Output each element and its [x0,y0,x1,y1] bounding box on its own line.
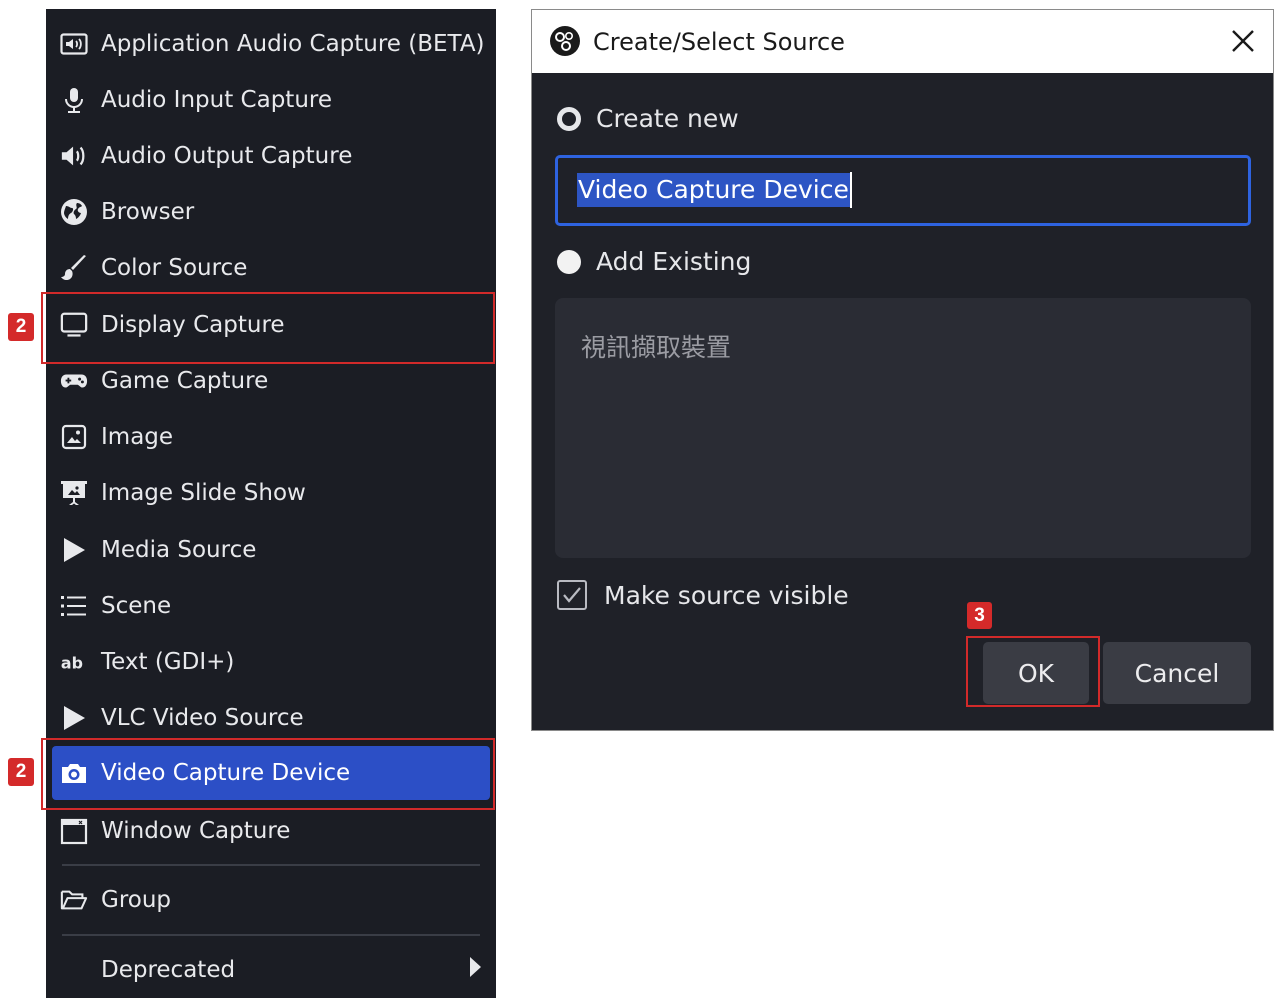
add-existing-label: Add Existing [596,247,752,276]
add-existing-option[interactable]: Add Existing [557,247,751,276]
menu-item-label: Window Capture [101,818,291,844]
menu-item-group[interactable]: Group [46,875,496,925]
create-new-label: Create new [596,104,739,133]
menu-item-label: Image Slide Show [101,480,306,506]
menu-item-deprecated[interactable]: Deprecated [46,945,496,995]
slideshow-icon [60,479,88,507]
play-icon [60,704,88,732]
list-icon [60,592,88,620]
menu-item-label: Image [101,424,174,450]
create-select-source-dialog: Create/Select Source Create new Video Ca… [531,9,1274,731]
text-icon: ab [60,648,88,676]
menu-item-color-source[interactable]: Color Source [46,243,496,293]
window-icon [60,817,88,845]
create-new-option[interactable]: Create new [557,104,739,133]
source-name-input[interactable]: Video Capture Device [555,155,1251,226]
menu-item-label: Scene [101,593,172,619]
menu-item-audio-input-capture[interactable]: Audio Input Capture [46,75,496,125]
svg-text:ab: ab [61,654,83,673]
step-badge: 2 [8,758,34,786]
app-audio-capture-icon [60,30,88,58]
make-visible-label: Make source visible [604,580,849,610]
create-new-radio[interactable] [557,106,581,131]
step-badge: 2 [8,313,34,341]
submenu-arrow-icon [468,956,482,984]
folder-icon [60,886,88,914]
dialog-titlebar: Create/Select Source [532,10,1273,73]
menu-item-label: Audio Input Capture [101,87,332,113]
cancel-button[interactable]: Cancel [1103,642,1251,704]
paintbrush-icon [60,254,88,282]
menu-item-label: Color Source [101,255,248,281]
menu-item-browser[interactable]: Browser [46,187,496,237]
menu-item-window-capture[interactable]: Window Capture [46,806,496,856]
microphone-icon [60,86,88,114]
menu-item-label: Deprecated [101,957,236,983]
menu-item-label: VLC Video Source [101,705,304,731]
close-icon[interactable] [1228,26,1258,62]
menu-item-audio-output-capture[interactable]: Audio Output Capture [46,131,496,181]
obs-logo-icon [549,25,581,63]
step-badge: 3 [967,602,992,629]
menu-item-label: Application Audio Capture (BETA) [101,31,485,57]
menu-separator [62,934,480,936]
video-capture-highlight [41,738,495,810]
menu-item-label: Game Capture [101,368,269,394]
display-capture-highlight [41,292,495,364]
play-icon [60,536,88,564]
menu-item-text-gdi[interactable]: ab Text (GDI+) [46,637,496,687]
menu-item-label: Browser [101,199,195,225]
menu-item-image-slide-show[interactable]: Image Slide Show [46,468,496,518]
dialog-title: Create/Select Source [593,27,845,56]
checkmark-icon [563,587,581,603]
image-icon [60,423,88,451]
make-visible-option[interactable]: Make source visible [557,580,849,610]
existing-sources-list[interactable]: 視訊擷取裝置 [555,298,1251,558]
globe-icon [60,198,88,226]
ok-highlight [966,636,1100,707]
menu-item-label: Media Source [101,537,257,563]
menu-item-scene[interactable]: Scene [46,581,496,631]
menu-item-label: Audio Output Capture [101,143,353,169]
add-source-menu: Application Audio Capture (BETA) Audio I… [46,9,496,998]
menu-item-label: Group [101,887,172,913]
text-caret [850,172,852,208]
menu-separator [62,864,480,866]
add-existing-radio[interactable] [557,249,581,274]
make-visible-checkbox[interactable] [557,580,587,610]
gamepad-icon [60,367,88,395]
menu-item-vlc-video-source[interactable]: VLC Video Source [46,693,496,743]
menu-item-application-audio-capture[interactable]: Application Audio Capture (BETA) [46,19,496,69]
speaker-icon [60,142,88,170]
source-name-value: Video Capture Device [577,173,850,207]
menu-item-label: Text (GDI+) [101,649,235,675]
menu-item-image[interactable]: Image [46,412,496,462]
list-item[interactable]: 視訊擷取裝置 [581,328,731,364]
menu-item-media-source[interactable]: Media Source [46,525,496,575]
